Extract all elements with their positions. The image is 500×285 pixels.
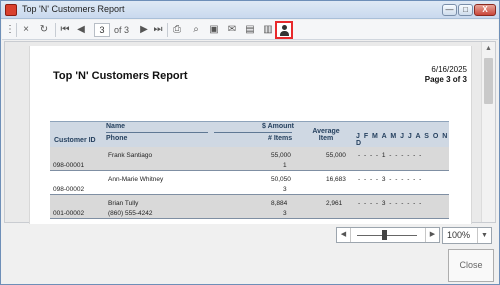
name-header: Name [106, 123, 126, 130]
customer-phone: (860) 555-4242 [108, 210, 153, 217]
user-report-button[interactable] [275, 21, 293, 39]
customer-id: 098-00002 [53, 186, 85, 193]
excel-icon[interactable]: ▥ [262, 22, 274, 38]
stop-icon[interactable]: × [19, 22, 33, 38]
previous-page-icon[interactable]: ◀ [75, 22, 87, 38]
page-setup-icon[interactable]: ▣ [208, 22, 220, 38]
scroll-thumb[interactable] [484, 58, 493, 104]
zoom-out-icon[interactable]: ◀ [337, 228, 351, 242]
table-header: Customer ID Name Phone $ Amount # Items … [50, 121, 449, 147]
zoom-slider[interactable]: ◀ ▶ [336, 227, 440, 243]
user-icon-body [280, 31, 289, 36]
customer-id-header: Customer ID [54, 137, 96, 144]
toolbar-separator [167, 23, 168, 37]
phone-header: Phone [106, 135, 128, 142]
average-item-header: Average Item [312, 128, 340, 142]
zoom-track[interactable] [357, 235, 417, 236]
first-page-icon[interactable]: ⏮ [59, 22, 71, 38]
page-total-label: of 3 [114, 25, 130, 35]
customer-items: 1 [283, 162, 287, 169]
email-icon[interactable]: ✉ [226, 22, 238, 38]
maximize-button[interactable]: □ [458, 4, 473, 16]
customer-name: Frank Santiago [108, 152, 153, 159]
customer-amount: 55,000 [271, 152, 291, 159]
customer-name: Brian Tully [108, 200, 139, 207]
customer-months: - - - - 1 - - - - - - [358, 152, 423, 159]
report-page-label: Page 3 of 3 [424, 75, 467, 84]
chevron-down-icon[interactable]: ▼ [477, 228, 491, 243]
report-toolbar: ⋮ × ↻ ⏮ ◀ 3 of 3 ▶ ⏭ ⎙ ⌕ ▣ ✉ ▤ ▥ [2, 20, 498, 40]
report-date: 6/16/2025 [431, 65, 467, 74]
minimize-button[interactable]: — [442, 4, 457, 16]
app-icon [5, 4, 17, 16]
close-window-button[interactable]: X [474, 4, 496, 16]
customer-average: 2,961 [326, 200, 343, 207]
dots-icon: ⋮ [5, 24, 15, 35]
table-row: Ann-Marie Whitney 50,050 16,683 - - - - … [50, 171, 449, 194]
last-page-icon[interactable]: ⏭ [152, 22, 164, 38]
name-header-line [106, 132, 208, 133]
customer-average: 16,683 [326, 176, 346, 183]
items-header: # Items [268, 135, 293, 142]
customer-id: 001-00002 [53, 210, 85, 217]
customer-amount: 50,050 [271, 176, 291, 183]
report-viewer: Top 'N' Customers Report 6/16/2025 Page … [4, 41, 496, 224]
user-icon [282, 25, 287, 30]
report-window: Top 'N' Customers Report — □ X ⋮ × ↻ ⏮ ◀… [0, 0, 500, 285]
toolbar-separator [55, 23, 56, 37]
zoom-dropdown[interactable]: 100% ▼ [442, 227, 492, 244]
print-icon[interactable]: ⎙ [171, 22, 183, 38]
close-button[interactable]: Close [448, 249, 494, 282]
next-page-icon[interactable]: ▶ [138, 22, 150, 38]
title-bar: Top 'N' Customers Report — □ X [1, 1, 499, 19]
toolbar-separator [16, 23, 17, 37]
zoom-thumb[interactable] [382, 230, 387, 240]
customer-months: - - - - 3 - - - - - - [358, 200, 423, 207]
customer-months: - - - - 3 - - - - - - [358, 176, 423, 183]
report-page: Top 'N' Customers Report 6/16/2025 Page … [29, 46, 472, 224]
customer-amount: 8,884 [271, 200, 288, 207]
months-header: J F M A M J J A S O N D [356, 133, 449, 147]
amount-header: $ Amount [262, 123, 295, 130]
table-row: Brian Tully 8,884 2,961 - - - - 3 - - - … [50, 195, 449, 218]
customer-items: 3 [283, 210, 287, 217]
zoom-in-icon[interactable]: ▶ [425, 228, 439, 242]
refresh-icon[interactable]: ↻ [37, 22, 51, 38]
amount-header-line [214, 132, 292, 133]
scroll-up-icon[interactable]: ▲ [485, 45, 492, 52]
report-title: Top 'N' Customers Report [53, 70, 188, 82]
customer-id: 098-00001 [53, 162, 85, 169]
customer-name: Ann-Marie Whitney [108, 176, 164, 183]
search-icon[interactable]: ⌕ [190, 22, 202, 38]
zoom-value: 100% [447, 230, 471, 240]
customer-items: 3 [283, 186, 287, 193]
table-row: Frank Santiago 55,000 55,000 - - - - 1 -… [50, 147, 449, 170]
vertical-scrollbar[interactable]: ▲ [481, 42, 495, 222]
page-number-input[interactable]: 3 [94, 23, 110, 37]
window-title: Top 'N' Customers Report [22, 4, 125, 14]
customer-average: 55,000 [326, 152, 346, 159]
export-icon[interactable]: ▤ [244, 22, 256, 38]
row-separator [50, 218, 449, 219]
